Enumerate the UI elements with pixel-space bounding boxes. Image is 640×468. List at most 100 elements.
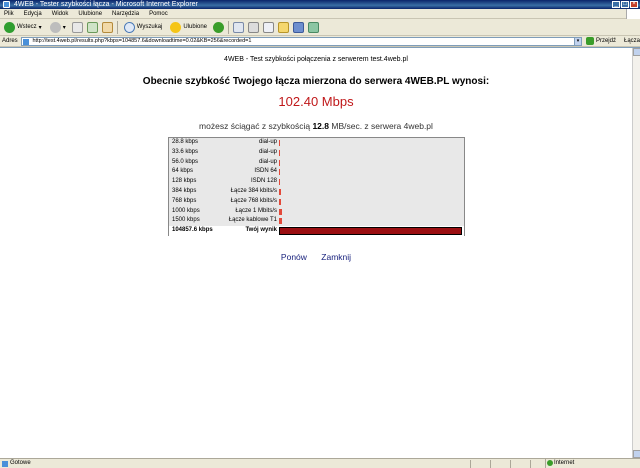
- menu-edit[interactable]: Edycja: [24, 9, 42, 18]
- chart-row: 128 kbps ISDN 128: [169, 177, 464, 187]
- forward-button[interactable]: ▾: [48, 20, 68, 34]
- chart-bar: [279, 218, 282, 225]
- chart-bar: [279, 198, 281, 205]
- chart-type-label: dial-up: [258, 158, 277, 165]
- chart-type-label: dial-up: [258, 148, 277, 155]
- back-button[interactable]: Wstecz ▾: [2, 20, 44, 34]
- chart-bar: [279, 140, 280, 146]
- chart-row: 104857.6 kbps Twój wynik: [169, 226, 464, 236]
- chart-type-label: ISDN 64: [254, 168, 277, 175]
- address-url: http://test.4web.pl/results.php?kbps=104…: [32, 37, 252, 44]
- chart-speed-label: 768 kbps: [172, 197, 197, 204]
- chart-row: 28.8 kbps dial-up: [169, 138, 464, 148]
- chart-speed-label: 104857.6 kbps: [172, 227, 213, 234]
- page-content: 4WEB - Test szybkości połączenia z serwe…: [0, 47, 640, 458]
- back-arrow-icon: [4, 21, 15, 33]
- refresh-icon[interactable]: [86, 21, 98, 33]
- page-icon: [23, 38, 30, 45]
- separator: [116, 20, 118, 34]
- home-icon[interactable]: [101, 21, 113, 33]
- menu-tools[interactable]: Narzędzia: [112, 9, 139, 18]
- chart-type-label: Łącze 1 Mbits/s: [235, 207, 277, 214]
- chart-speed-label: 384 kbps: [172, 188, 197, 194]
- scroll-up-button[interactable]: [633, 48, 640, 56]
- star-icon: [170, 21, 182, 33]
- chart-type-label: Łącze kablowe T1: [228, 217, 277, 224]
- chart-row: 56.0 kbps dial-up: [169, 158, 464, 168]
- stop-icon[interactable]: [71, 21, 83, 33]
- chart-type-label: Łącze 768 kbits/s: [230, 197, 277, 204]
- chart-bar: [279, 208, 282, 215]
- links-button[interactable]: Łącza: [624, 38, 640, 44]
- main-heading: Obecnie szybkość Twojego łącza mierzona …: [142, 76, 490, 87]
- search-icon: [123, 21, 135, 33]
- security-zone: Internet: [545, 459, 574, 468]
- chart-row: 1000 kbps Łącze 1 Mbits/s: [169, 207, 464, 217]
- chart-type-label: Łącze 384 kbits/s: [230, 188, 277, 194]
- download-info: możesz ściągać z szybkością 12.8 MB/sec.…: [199, 121, 433, 131]
- address-field[interactable]: http://test.4web.pl/results.php?kbps=104…: [21, 36, 576, 46]
- chart-row: 64 kbps ISDN 64: [169, 167, 464, 177]
- favorites-button[interactable]: Ulubione: [168, 20, 209, 34]
- folder-icon[interactable]: [278, 21, 290, 33]
- windows-logo: [626, 9, 640, 19]
- speed-comparison-chart: 28.8 kbps dial-up 33.6 kbps dial-up 56.0 kbp…: [168, 137, 465, 236]
- print-icon[interactable]: [248, 21, 260, 33]
- minimize-button[interactable]: _: [612, 1, 620, 8]
- forward-arrow-icon: [49, 21, 61, 33]
- retry-link[interactable]: Ponów: [281, 252, 307, 262]
- go-button[interactable]: Przejdź: [585, 37, 616, 45]
- close-link[interactable]: Zamknij: [321, 252, 351, 262]
- go-arrow-icon: [585, 37, 594, 45]
- menu-bar: Plik Edycja Widok Ulubione Narzędzia Pom…: [0, 9, 640, 19]
- chart-bar: [279, 159, 280, 166]
- status-divider: [510, 460, 511, 468]
- chart-bar: [279, 169, 280, 176]
- menu-file[interactable]: Plik: [4, 9, 14, 18]
- chart-speed-label: 64 kbps: [172, 168, 194, 175]
- address-label: Adres: [2, 38, 18, 44]
- status-text: Gotowe: [10, 460, 31, 466]
- speed-result: 102.40 Mbps: [278, 94, 354, 109]
- chart-row: 768 kbps Łącze 768 kbits/s: [169, 197, 464, 207]
- address-bar: Adres http://test.4web.pl/results.php?kb…: [0, 36, 640, 47]
- action-buttons: Ponów Zamknij: [0, 252, 632, 262]
- maximize-button[interactable]: □: [621, 1, 629, 8]
- search-button[interactable]: Wyszukaj: [122, 20, 165, 34]
- internet-globe-icon: [547, 460, 553, 466]
- scroll-down-button[interactable]: [633, 450, 640, 458]
- chart-speed-label: 56.0 kbps: [172, 158, 199, 165]
- page-header: 4WEB - Test szybkości połączenia z serwe…: [224, 56, 408, 63]
- toolbar: Wstecz ▾ ▾ Wyszukaj Ulubione: [0, 19, 640, 36]
- history-icon[interactable]: [213, 21, 225, 33]
- menu-favorites[interactable]: Ulubione: [78, 9, 102, 18]
- chart-type-label: dial-up: [258, 139, 277, 145]
- chart-bar: [279, 189, 281, 195]
- research-icon[interactable]: [308, 21, 320, 33]
- chart-speed-label: 1500 kbps: [172, 217, 200, 224]
- separator: [228, 20, 230, 34]
- address-dropdown[interactable]: ▾: [574, 36, 582, 46]
- menu-help[interactable]: Pomoc: [149, 9, 168, 18]
- status-divider: [530, 460, 531, 468]
- chart-bar: [279, 227, 462, 236]
- window-title: 4WEB - Tester szybkości łącza - Microsof…: [14, 1, 198, 8]
- title-bar: 4WEB - Tester szybkości łącza - Microsof…: [0, 0, 640, 9]
- chart-speed-label: 33.6 kbps: [172, 148, 199, 155]
- close-button[interactable]: ×: [630, 1, 638, 8]
- edit-icon[interactable]: [263, 21, 275, 33]
- messenger-icon[interactable]: [293, 21, 305, 33]
- menu-view[interactable]: Widok: [52, 9, 69, 18]
- window-controls: _ □ ×: [612, 1, 638, 8]
- mail-icon[interactable]: [233, 21, 245, 33]
- page-done-icon: [2, 461, 8, 467]
- status-bar: Gotowe Internet: [0, 458, 640, 468]
- chart-speed-label: 128 kbps: [172, 178, 197, 185]
- vertical-scrollbar[interactable]: [632, 48, 640, 458]
- status-divider: [490, 460, 491, 468]
- ie-icon: [3, 1, 10, 8]
- chart-bar: [279, 179, 280, 186]
- chart-row: 384 kbps Łącze 384 kbits/s: [169, 187, 464, 197]
- chart-row: 33.6 kbps dial-up: [169, 148, 464, 158]
- chart-type-label: Twój wynik: [245, 227, 277, 234]
